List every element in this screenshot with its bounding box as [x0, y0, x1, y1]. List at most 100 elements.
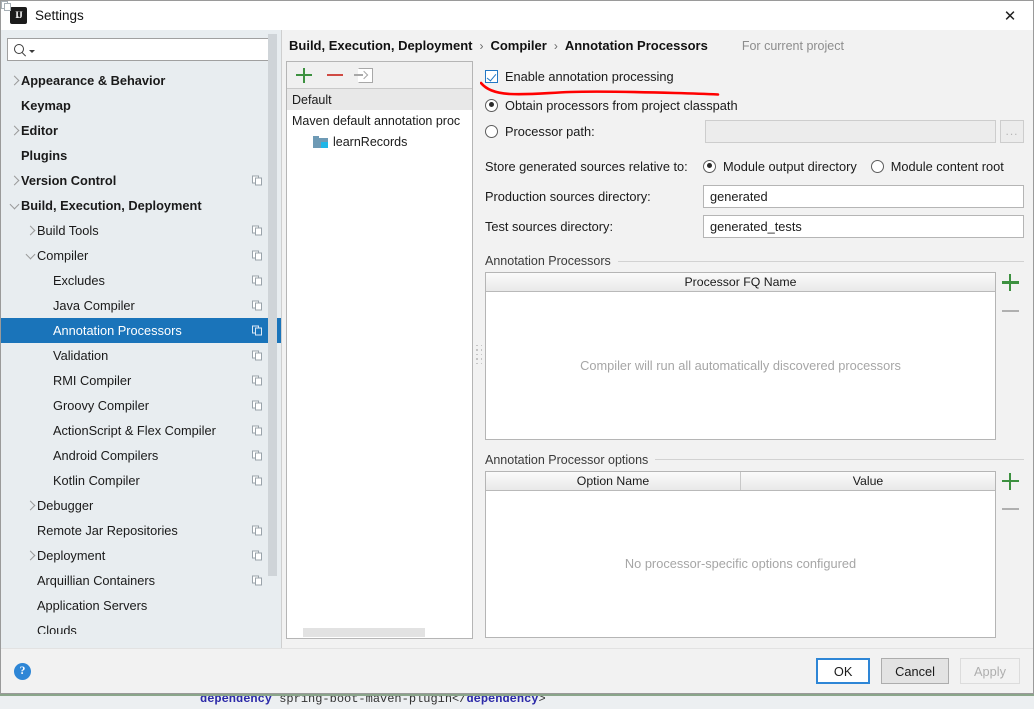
production-sources-input[interactable]: generated	[703, 184, 1024, 208]
test-sources-label: Test sources directory:	[485, 218, 614, 234]
sidebar-item-editor[interactable]: Editor	[1, 118, 281, 143]
move-to-icon[interactable]	[354, 67, 373, 83]
breadcrumb-part-1[interactable]: Compiler	[490, 38, 546, 53]
splitter-grip-icon	[475, 344, 483, 365]
sidebar-item-version-control[interactable]: Version Control	[1, 168, 281, 193]
sidebar-item-keymap[interactable]: Keymap	[1, 93, 281, 118]
test-sources-row: Test sources directory: generated_tests	[485, 211, 1024, 241]
panel-splitter[interactable]	[473, 61, 485, 648]
production-sources-label: Production sources directory:	[485, 188, 651, 204]
profile-list-item[interactable]: Default	[287, 89, 472, 110]
sidebar-scrollbar[interactable]	[268, 34, 277, 576]
options-add-icon[interactable]	[1001, 472, 1019, 490]
obtain-from-classpath-row[interactable]: Obtain processors from project classpath	[485, 92, 1024, 118]
copy-icon	[252, 175, 263, 186]
settings-tree[interactable]: Appearance & Behavior Keymap Editor Plugins…	[1, 66, 281, 634]
sidebar-item-remote-jar-repositories[interactable]: Remote Jar Repositories	[1, 518, 281, 543]
obtain-from-classpath-radio[interactable]	[485, 98, 498, 112]
processor-path-radio[interactable]	[485, 124, 498, 138]
sidebar-item-kotlin-compiler[interactable]: Kotlin Compiler	[1, 468, 281, 493]
options-column-value[interactable]: Value	[740, 471, 995, 490]
dialog-titlebar: IJ Settings ✕	[1, 1, 1033, 30]
processor-path-row[interactable]: Processor path: ...	[485, 118, 1024, 144]
sidebar-item-excludes[interactable]: Excludes	[1, 268, 281, 293]
profile-list-item[interactable]: Maven default annotation proc	[287, 110, 472, 131]
processors-table[interactable]: Processor FQ Name Compiler will run all …	[485, 272, 996, 440]
profiles-hscrollbar-thumb[interactable]	[303, 628, 425, 637]
ok-button[interactable]: OK	[816, 658, 871, 684]
chevron-down-icon[interactable]	[29, 49, 35, 53]
chevron-right-icon[interactable]	[7, 75, 21, 86]
sidebar-item-debugger[interactable]: Debugger	[1, 493, 281, 518]
chevron-right-icon[interactable]	[23, 225, 37, 236]
chevron-down-icon[interactable]	[7, 199, 21, 211]
chevron-right-icon[interactable]	[23, 550, 37, 561]
sidebar-item-deployment[interactable]: Deployment	[1, 543, 281, 568]
options-remove-icon[interactable]	[1001, 501, 1019, 518]
enable-annotation-processing-checkbox[interactable]	[485, 69, 498, 83]
group-divider	[617, 260, 1024, 262]
sidebar-item-android-compilers[interactable]: Android Compilers	[1, 443, 281, 468]
sidebar-item-build-tools[interactable]: Build Tools	[1, 218, 281, 243]
sidebar-item-compiler[interactable]: Compiler	[1, 243, 281, 268]
chevron-right-icon[interactable]	[7, 125, 21, 136]
close-icon[interactable]: ✕	[987, 1, 1033, 30]
module-content-root-radio[interactable]	[870, 159, 884, 173]
sidebar-item-application-servers[interactable]: Application Servers	[1, 593, 281, 618]
chevron-down-icon[interactable]	[23, 249, 37, 261]
profiles-list[interactable]: Default Maven default annotation proc lear…	[287, 89, 472, 638]
processors-remove-icon[interactable]	[1001, 302, 1019, 319]
options-table-header: Option Name Value	[486, 471, 995, 491]
sidebar-item-label: Remote Jar Repositories	[37, 523, 178, 538]
copy-icon	[252, 350, 263, 361]
processors-add-icon[interactable]	[1001, 274, 1019, 291]
sidebar-item-groovy-compiler[interactable]: Groovy Compiler	[1, 393, 281, 418]
search-box[interactable]	[7, 38, 275, 61]
background-bottom-text-end: >	[538, 694, 546, 706]
scope-indicator: For current project	[1, 1, 844, 53]
content-split: Default Maven default annotation proc lear…	[282, 61, 1033, 648]
test-sources-input[interactable]: generated_tests	[703, 214, 1024, 238]
breadcrumb-part-0[interactable]: Build, Execution, Deployment	[289, 38, 472, 53]
sidebar-item-validation[interactable]: Validation	[1, 343, 281, 368]
sidebar-item-appearance-behavior[interactable]: Appearance & Behavior	[1, 68, 281, 93]
cancel-button[interactable]: Cancel	[881, 658, 949, 684]
sidebar-item-arquillian-containers[interactable]: Arquillian Containers	[1, 568, 281, 593]
sidebar-item-build-execution-deployment[interactable]: Build, Execution, Deployment	[1, 193, 281, 218]
copy-icon	[252, 275, 263, 286]
options-column-name[interactable]: Option Name	[486, 472, 740, 490]
options-table[interactable]: Option Name Value No processor-specific …	[485, 470, 996, 638]
module-content-root-label: Module content root	[890, 158, 1004, 174]
minus-icon[interactable]	[327, 67, 344, 84]
sidebar-item-java-compiler[interactable]: Java Compiler	[1, 293, 281, 318]
sidebar-item-actionscript-flex-compiler[interactable]: ActionScript & Flex Compiler	[1, 418, 281, 443]
plus-icon[interactable]	[296, 67, 313, 84]
sidebar-item-clouds[interactable]: Clouds	[1, 618, 281, 634]
dialog-footer: ? OK Cancel Apply	[1, 648, 1033, 693]
sidebar-item-label: Application Servers	[37, 598, 148, 613]
annotation-processors-pane: Enable annotation processing Obtain proc…	[485, 61, 1024, 648]
sidebar-item-plugins[interactable]: Plugins	[1, 143, 281, 168]
copy-icon	[252, 250, 263, 261]
apply-button[interactable]: Apply	[959, 658, 1020, 684]
profiles-hscrollbar[interactable]	[287, 626, 472, 638]
sidebar-item-annotation-processors[interactable]: Annotation Processors	[1, 318, 281, 343]
profile-list-item[interactable]: learnRecords	[287, 131, 472, 152]
processor-path-browse-button[interactable]: ...	[1000, 119, 1024, 143]
sidebar-item-rmi-compiler[interactable]: RMI Compiler	[1, 368, 281, 393]
production-sources-row: Production sources directory: generated	[485, 181, 1024, 211]
chevron-right-icon[interactable]	[7, 175, 21, 186]
help-icon[interactable]: ?	[14, 662, 31, 680]
folder-icon	[313, 135, 328, 148]
search-input[interactable]	[38, 41, 269, 58]
enable-annotation-processing-row[interactable]: Enable annotation processing	[485, 64, 1024, 88]
module-output-directory-radio[interactable]	[703, 159, 716, 173]
annotation-processors-group-title: Annotation Processors	[485, 254, 1024, 268]
sidebar-item-label: Annotation Processors	[53, 323, 182, 338]
copy-icon	[252, 525, 263, 536]
processor-path-input[interactable]	[705, 119, 996, 143]
profile-list-item-label: Default	[292, 92, 332, 107]
chevron-right-icon[interactable]	[23, 500, 37, 511]
processors-column-fqname[interactable]: Processor FQ Name	[486, 273, 995, 291]
profile-list-item-label: learnRecords	[333, 134, 408, 149]
